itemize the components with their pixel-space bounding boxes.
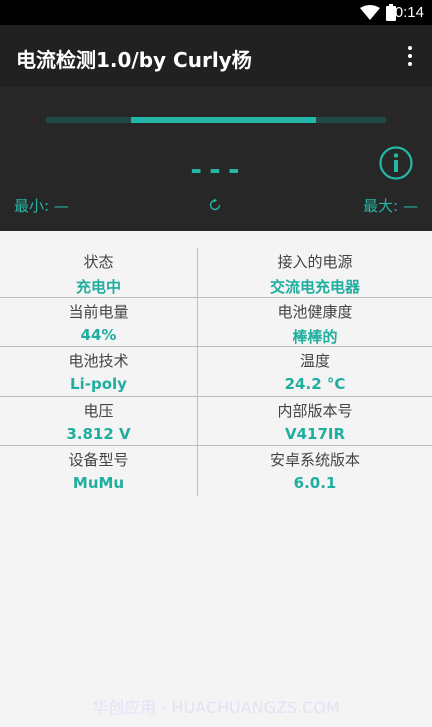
info-value: 交流电充电器 (269, 278, 360, 296)
info-value: 棒棒的 (292, 327, 338, 346)
info-value: 44% (80, 325, 117, 344)
info-icon[interactable] (379, 146, 413, 180)
info-row: 电池技术 Li-poly 温度 24.2 °C (0, 347, 432, 397)
info-label: 内部版本号 (277, 401, 353, 420)
wifi-icon (360, 5, 380, 20)
info-value: MuMu (72, 474, 125, 492)
info-label: 设备型号 (68, 451, 129, 469)
status-bar: 10:14 (0, 0, 432, 25)
info-label: 电池健康度 (277, 302, 353, 321)
watermark: 华创应用 · HUACHUANGZS.COM (92, 698, 340, 717)
info-cell: 状态 充电中 (0, 248, 197, 297)
info-cell: 安卓系统版本 6.0.1 (198, 446, 432, 495)
current-meter: --- 最小: — 最大: — (0, 87, 432, 231)
app-bar: 电流检测1.0/by Curly杨 (0, 25, 432, 87)
info-value: 充电中 (75, 278, 121, 296)
refresh-icon[interactable] (207, 197, 223, 213)
info-label: 温度 (299, 352, 330, 370)
battery-info-grid: 状态 充电中 接入的电源 交流电充电器 当前电量 44% 电池健康度 棒棒的 电… (0, 248, 432, 496)
app-title: 电流检测1.0/by Curly杨 (16, 48, 252, 72)
info-cell: 接入的电源 交流电充电器 (198, 248, 432, 297)
info-label: 接入的电源 (277, 253, 353, 271)
info-cell: 内部版本号 V417IR (198, 397, 432, 446)
info-label: 当前电量 (68, 302, 129, 321)
info-value: V417IR (284, 424, 346, 443)
info-cell: 电池健康度 棒棒的 (198, 298, 432, 347)
info-value: 3.812 V (66, 424, 131, 443)
max-label: 最大: — (363, 197, 418, 215)
info-label: 状态 (83, 253, 114, 271)
info-cell: 设备型号 MuMu (0, 446, 197, 495)
info-cell: 温度 24.2 °C (198, 347, 432, 396)
info-cell: 电压 3.812 V (0, 397, 197, 446)
info-value: Li-poly (70, 375, 127, 393)
status-time: 10:14 (386, 4, 424, 21)
info-value: 24.2 °C (284, 375, 346, 393)
info-cell: 当前电量 44% (0, 298, 197, 347)
info-value: 6.0.1 (293, 474, 337, 492)
min-label: 最小: — (14, 197, 69, 215)
info-label: 安卓系统版本 (269, 451, 360, 469)
info-label: 电压 (83, 401, 114, 420)
info-row: 电压 3.812 V 内部版本号 V417IR (0, 396, 432, 446)
info-label: 电池技术 (68, 352, 129, 370)
overflow-menu-icon[interactable] (398, 42, 422, 70)
current-value: --- (187, 153, 245, 186)
current-level-fill (131, 117, 316, 123)
info-row: 设备型号 MuMu 安卓系统版本 6.0.1 (0, 446, 432, 496)
info-cell: 电池技术 Li-poly (0, 347, 197, 396)
app-screen: 10:14 电流检测1.0/by Curly杨 --- 最小: — 最大: — … (0, 0, 432, 727)
info-row: 当前电量 44% 电池健康度 棒棒的 (0, 297, 432, 347)
info-row: 状态 充电中 接入的电源 交流电充电器 (0, 248, 432, 298)
